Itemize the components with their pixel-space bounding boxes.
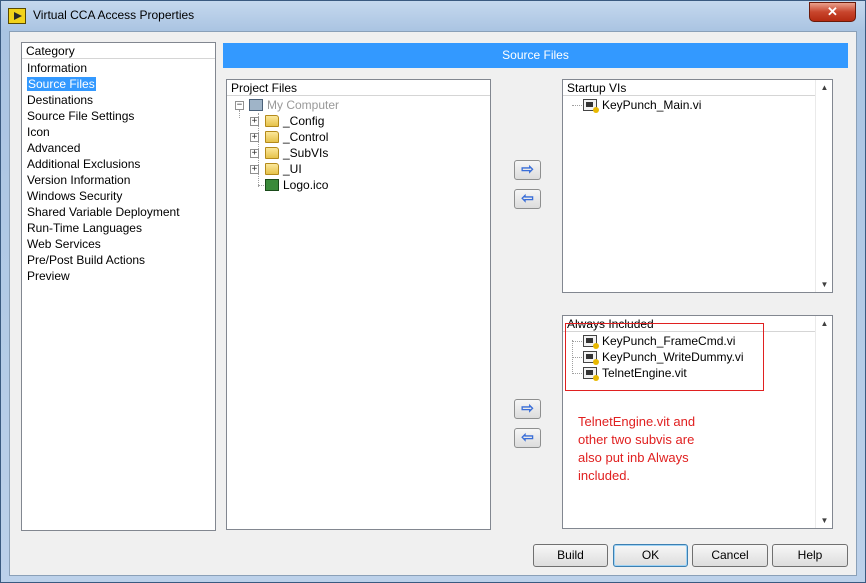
category-item-source-files[interactable]: Source Files <box>22 76 215 92</box>
expand-toggle[interactable]: + <box>250 133 259 142</box>
vi-icon <box>583 351 599 365</box>
tree-node-subvis[interactable]: + _SubVIs <box>227 145 490 161</box>
list-item[interactable]: TelnetEngine.vit <box>563 365 832 381</box>
startup-vis-panel[interactable]: Startup VIs KeyPunch_Main.vi ▲ ▼ <box>562 79 833 293</box>
category-item-preview[interactable]: Preview <box>22 268 215 284</box>
tree-node-label: Logo.ico <box>283 178 329 192</box>
expand-toggle[interactable]: + <box>250 165 259 174</box>
category-item-information[interactable]: Information <box>22 60 215 76</box>
startup-vis-scrollbar[interactable]: ▲ ▼ <box>815 80 832 292</box>
computer-icon <box>249 99 263 111</box>
list-item[interactable]: KeyPunch_WriteDummy.vi <box>563 349 832 365</box>
labview-app-icon <box>8 8 26 24</box>
list-item-label: KeyPunch_Main.vi <box>602 98 702 112</box>
annotation-line: TelnetEngine.vit and <box>578 414 696 429</box>
section-title-banner: Source Files <box>223 43 848 68</box>
category-item-advanced[interactable]: Advanced <box>22 140 215 156</box>
category-item-windows-security[interactable]: Windows Security <box>22 188 215 204</box>
tree-line <box>572 105 582 106</box>
category-list: Information Source Files Destinations So… <box>22 59 215 284</box>
category-item-run-time-languages[interactable]: Run-Time Languages <box>22 220 215 236</box>
category-item-source-file-settings[interactable]: Source File Settings <box>22 108 215 124</box>
project-files-header: Project Files <box>227 80 490 96</box>
tree-line <box>572 341 582 342</box>
startup-vis-header: Startup VIs <box>563 80 815 96</box>
cancel-button[interactable]: Cancel <box>692 544 768 567</box>
build-button[interactable]: Build <box>533 544 608 567</box>
annotation-note: TelnetEngine.vit and other two subvis ar… <box>578 413 738 485</box>
vi-icon <box>583 335 599 349</box>
project-files-tree: − My Computer + _Config + _Control + _Su… <box>227 96 490 193</box>
always-included-header: Always Included <box>563 316 815 332</box>
tree-node-label: _Control <box>283 130 329 144</box>
folder-icon <box>265 115 279 127</box>
tree-node-logo[interactable]: Logo.ico <box>227 177 490 193</box>
list-item[interactable]: KeyPunch_Main.vi <box>563 97 832 113</box>
ok-button[interactable]: OK <box>613 544 688 567</box>
scroll-up-icon[interactable]: ▲ <box>816 80 833 95</box>
category-item-pre-post-build-actions[interactable]: Pre/Post Build Actions <box>22 252 215 268</box>
annotation-line: other two subvis are <box>578 432 695 447</box>
category-item-additional-exclusions[interactable]: Additional Exclusions <box>22 156 215 172</box>
vit-icon <box>583 367 599 381</box>
tree-node-ui[interactable]: + _UI <box>227 161 490 177</box>
tree-node-config[interactable]: + _Config <box>227 113 490 129</box>
properties-window: Virtual CCA Access Properties ✕ Category… <box>0 0 866 583</box>
list-item-label: TelnetEngine.vit <box>602 366 687 380</box>
list-item-label: KeyPunch_WriteDummy.vi <box>602 350 744 364</box>
tree-node-label: _SubVIs <box>283 146 329 160</box>
category-item-icon[interactable]: Icon <box>22 124 215 140</box>
dialog-client-area: Category Information Source Files Destin… <box>9 31 857 576</box>
add-always-included-button[interactable]: ⇨ <box>514 399 541 419</box>
tree-node-label: _Config <box>283 114 325 128</box>
always-included-list: KeyPunch_FrameCmd.vi KeyPunch_WriteDummy… <box>563 332 832 381</box>
scroll-down-icon[interactable]: ▼ <box>816 277 833 292</box>
category-item-version-information[interactable]: Version Information <box>22 172 215 188</box>
image-icon <box>265 179 279 191</box>
remove-startup-vi-button[interactable]: ⇦ <box>514 189 541 209</box>
startup-vis-list: KeyPunch_Main.vi <box>563 96 832 113</box>
annotation-line: also put inb Always <box>578 450 689 465</box>
folder-icon <box>265 131 279 143</box>
scroll-up-icon[interactable]: ▲ <box>816 316 833 331</box>
collapse-toggle[interactable]: − <box>235 101 244 110</box>
folder-icon <box>265 147 279 159</box>
expand-toggle[interactable]: + <box>250 117 259 126</box>
title-bar[interactable]: Virtual CCA Access Properties ✕ <box>1 1 865 31</box>
vi-icon <box>583 99 599 113</box>
category-panel: Category Information Source Files Destin… <box>21 42 216 531</box>
close-button[interactable]: ✕ <box>809 2 856 22</box>
add-startup-vi-button[interactable]: ⇨ <box>514 160 541 180</box>
category-header: Category <box>22 43 215 59</box>
project-files-panel[interactable]: Project Files − My Computer + _Config + <box>226 79 491 530</box>
tree-line <box>572 373 582 374</box>
tree-node-my-computer[interactable]: − My Computer <box>227 97 490 113</box>
remove-always-included-button[interactable]: ⇦ <box>514 428 541 448</box>
tree-node-control[interactable]: + _Control <box>227 129 490 145</box>
tree-line <box>258 185 264 186</box>
help-button[interactable]: Help <box>772 544 848 567</box>
folder-icon <box>265 163 279 175</box>
category-item-destinations[interactable]: Destinations <box>22 92 215 108</box>
tree-node-label: _UI <box>283 162 302 176</box>
annotation-line: included. <box>578 468 631 483</box>
list-item[interactable]: KeyPunch_FrameCmd.vi <box>563 333 832 349</box>
scroll-down-icon[interactable]: ▼ <box>816 513 833 528</box>
category-item-shared-variable-deployment[interactable]: Shared Variable Deployment <box>22 204 215 220</box>
list-item-label: KeyPunch_FrameCmd.vi <box>602 334 736 348</box>
tree-line <box>572 357 582 358</box>
always-included-scrollbar[interactable]: ▲ ▼ <box>815 316 832 528</box>
expand-toggle[interactable]: + <box>250 149 259 158</box>
tree-node-label: My Computer <box>267 98 340 112</box>
window-title: Virtual CCA Access Properties <box>33 8 195 22</box>
category-item-web-services[interactable]: Web Services <box>22 236 215 252</box>
